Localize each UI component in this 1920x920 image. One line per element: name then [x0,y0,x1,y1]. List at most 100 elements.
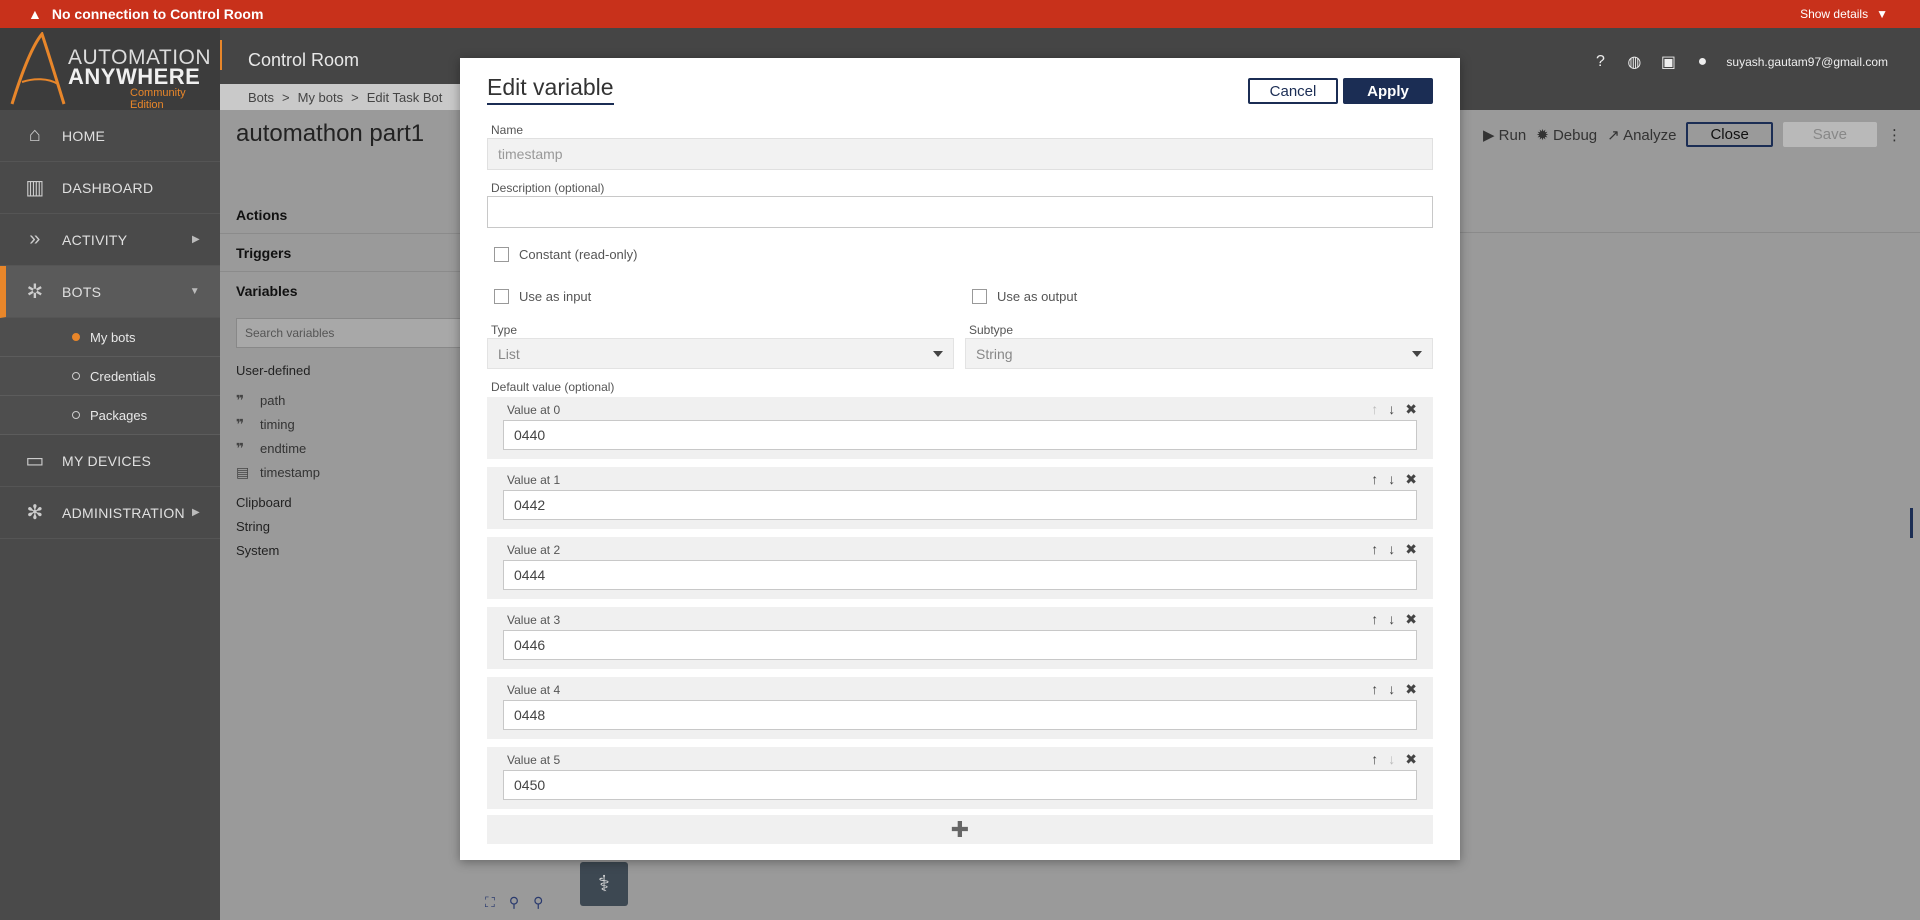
type-select[interactable]: List [487,338,954,369]
sidebar-item-administration[interactable]: ✻ ADMINISTRATION ▶ [0,487,220,539]
subtype-label: Subtype [969,323,1014,337]
value-input[interactable]: 0444 [503,560,1417,590]
chevron-right-icon: ▶ [192,507,200,518]
move-down-icon[interactable]: ↓ [1388,751,1395,768]
analyze-label: Analyze [1623,126,1677,144]
variables-section[interactable]: Variables [220,272,462,310]
value-text: 0442 [514,497,546,513]
list-value-row: Value at 0 ↑ ↓ ✖ 0440 [487,397,1433,459]
move-up-icon[interactable]: ↑ [1371,471,1378,488]
constant-checkbox[interactable]: Constant (read-only) [494,247,638,262]
close-button[interactable]: Close [1686,122,1773,147]
bot-toolbar: ▶ Run ✹ Debug ↗ Analyze Close Save ⋮ [1483,122,1902,147]
user-defined-group[interactable]: User-defined [220,358,462,382]
remove-icon[interactable]: ✖ [1405,541,1417,558]
zoom-in-icon[interactable]: ⚲ [533,894,543,911]
search-variables-input[interactable]: Search variables [236,318,462,348]
variable-item[interactable]: ❞ endtime [220,436,462,460]
sidebar-item-activity[interactable]: » ACTIVITY ▶ [0,214,220,266]
cancel-button[interactable]: Cancel [1248,78,1338,104]
move-up-icon[interactable]: ↑ [1371,751,1378,768]
value-input[interactable]: 0448 [503,700,1417,730]
sidebar-subitem-my-bots[interactable]: My bots [0,318,220,357]
plus-icon[interactable]: ✚ [951,817,969,843]
sidebar-item-label: ACTIVITY [62,231,128,248]
globe-icon[interactable]: ◍ [1624,52,1644,72]
move-down-icon[interactable]: ↓ [1388,541,1395,558]
value-text: 0440 [514,427,546,443]
show-details-toggle[interactable]: Show details ▼ [1800,7,1888,21]
save-button[interactable]: Save [1782,122,1877,147]
remove-icon[interactable]: ✖ [1405,681,1417,698]
subtype-select[interactable]: String [965,338,1433,369]
clipboard-group[interactable]: Clipboard [220,490,462,514]
analyze-button[interactable]: ↗ Analyze [1607,126,1676,144]
user-icon[interactable]: ● [1692,52,1712,72]
automation-anywhere-logo[interactable]: AUTOMATION ANYWHERE Community Edition [0,28,220,111]
system-group[interactable]: System [220,538,462,562]
chevron-down-icon[interactable]: ▼ [1876,7,1888,21]
value-label: Value at 3 [507,613,561,627]
triggers-section[interactable]: Triggers [220,234,462,272]
more-options-icon[interactable]: ⋮ [1887,126,1902,144]
remove-icon[interactable]: ✖ [1405,611,1417,628]
devices-status-icon[interactable]: ▣ [1658,52,1678,72]
subtype-value: String [976,345,1013,362]
value-input[interactable]: 0440 [503,420,1417,450]
connection-warning-bar: ▲ No connection to Control Room Show det… [0,0,1920,28]
sidebar-subitem-credentials[interactable]: Credentials [0,357,220,396]
use-as-output-checkbox[interactable]: Use as output [972,289,1077,304]
debug-button[interactable]: ✹ Debug [1536,126,1597,144]
use-as-input-checkbox[interactable]: Use as input [494,289,591,304]
sidebar-item-bots[interactable]: ✲ BOTS ▼ [0,266,220,318]
remove-icon[interactable]: ✖ [1405,401,1417,418]
sidebar-item-dashboard[interactable]: ▥ DASHBOARD [0,162,220,214]
python-icon[interactable]: ⚕ [580,862,628,906]
breadcrumb-my-bots[interactable]: My bots [298,90,344,105]
value-input[interactable]: 0446 [503,630,1417,660]
add-value-button[interactable]: ✚ [487,815,1433,844]
sidebar-subitem-packages[interactable]: Packages [0,396,220,435]
list-value-row: Value at 3 ↑ ↓ ✖ 0446 [487,607,1433,669]
remove-icon[interactable]: ✖ [1405,471,1417,488]
run-button[interactable]: ▶ Run [1483,126,1526,144]
zoom-out-icon[interactable]: ⚲ [509,894,519,911]
actions-section[interactable]: Actions [220,196,462,234]
move-down-icon[interactable]: ↓ [1388,611,1395,628]
string-variable-icon: ❞ [236,415,245,432]
apply-button[interactable]: Apply [1343,78,1433,104]
value-label: Value at 1 [507,473,561,487]
variable-item[interactable]: ❞ timing [220,412,462,436]
move-down-icon[interactable]: ↓ [1388,681,1395,698]
breadcrumb-bots[interactable]: Bots [248,90,274,105]
remove-icon[interactable]: ✖ [1405,751,1417,768]
move-up-icon[interactable]: ↑ [1371,401,1378,418]
move-up-icon[interactable]: ↑ [1371,611,1378,628]
string-group[interactable]: String [220,514,462,538]
left-panel: Actions Triggers Variables Search variab… [220,196,462,920]
help-icon[interactable]: ? [1590,52,1610,72]
sidebar-item-my-devices[interactable]: ▭ MY DEVICES [0,435,220,487]
user-email[interactable]: suyash.gautam97@gmail.com [1726,55,1888,69]
description-label: Description (optional) [491,181,605,195]
checkbox-box[interactable] [972,289,987,304]
use-as-output-label: Use as output [997,289,1078,304]
move-up-icon[interactable]: ↑ [1371,681,1378,698]
move-up-icon[interactable]: ↑ [1371,541,1378,558]
checkbox-box[interactable] [494,247,509,262]
fit-screen-icon[interactable]: ⛶ [485,894,495,911]
value-input[interactable]: 0450 [503,770,1417,800]
variable-item[interactable]: ❞ path [220,388,462,412]
move-down-icon[interactable]: ↓ [1388,471,1395,488]
page-title: automathon part1 [236,120,425,147]
move-down-icon[interactable]: ↓ [1388,401,1395,418]
value-controls: ↑ ↓ ✖ [1371,401,1417,418]
variable-item[interactable]: ▤ timestamp [220,460,462,484]
search-placeholder: Search variables [245,326,335,340]
description-field[interactable] [487,196,1433,228]
value-controls: ↑ ↓ ✖ [1371,541,1417,558]
checkbox-box[interactable] [494,289,509,304]
value-input[interactable]: 0442 [503,490,1417,520]
sidebar-item-home[interactable]: ⌂ HOME [0,110,220,162]
show-details-label[interactable]: Show details [1800,7,1868,21]
